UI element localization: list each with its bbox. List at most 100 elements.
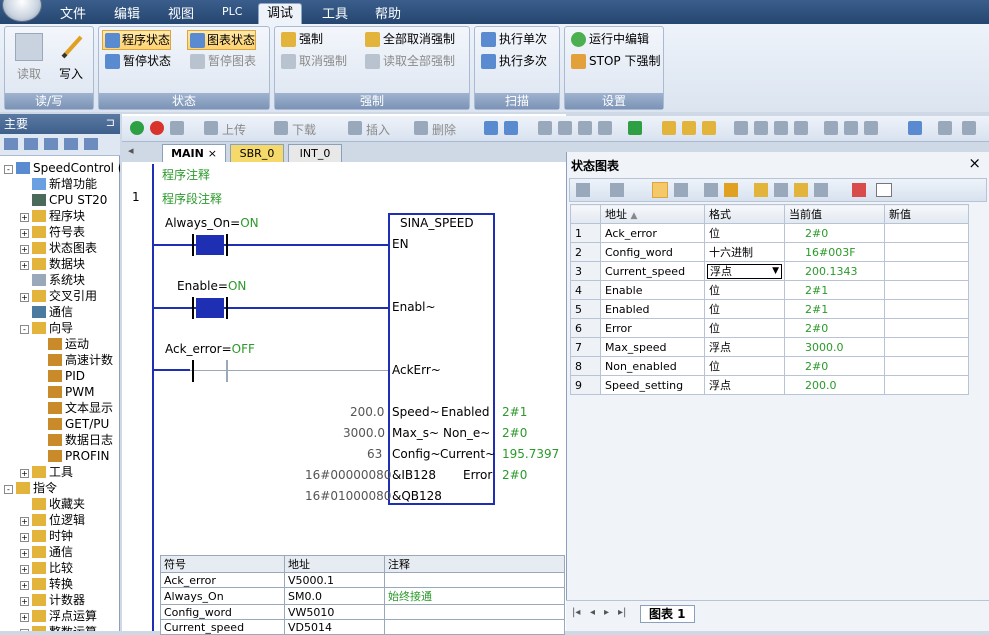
current-value-cell[interactable]: 2#0: [784, 356, 885, 376]
delete-button[interactable]: 删除: [432, 121, 456, 138]
menu-help[interactable]: 帮助: [375, 3, 401, 22]
view-icon[interactable]: [4, 138, 18, 150]
toolbar-icon[interactable]: [628, 121, 642, 135]
format-cell[interactable]: 位: [704, 280, 785, 300]
table-row[interactable]: 6 Error 位 2#0: [570, 318, 969, 338]
tree-item[interactable]: PROFIN: [36, 448, 109, 464]
table-row[interactable]: 5 Enabled 位 2#1: [570, 299, 969, 319]
table-row[interactable]: 4 Enable 位 2#1: [570, 280, 969, 300]
toolbar-icon[interactable]: [538, 121, 552, 135]
format-cell[interactable]: 浮点: [704, 337, 785, 357]
collapse-icon[interactable]: -: [4, 165, 13, 174]
column-header[interactable]: 当前值: [784, 204, 885, 224]
expand-icon[interactable]: +: [20, 517, 29, 526]
tab-int[interactable]: INT_0: [288, 144, 342, 162]
toolbar-icon[interactable]: [962, 121, 976, 135]
stop-icon[interactable]: [150, 121, 164, 135]
format-cell[interactable]: 位: [704, 318, 785, 338]
contact-icon[interactable]: [734, 121, 748, 135]
tree-item[interactable]: + 通信: [20, 544, 73, 560]
current-value-cell[interactable]: 3000.0: [784, 337, 885, 357]
tree-item[interactable]: PWM: [36, 384, 94, 400]
contact-always-on[interactable]: [190, 234, 230, 256]
new-value-cell[interactable]: [884, 223, 969, 243]
format-cell[interactable]: 位: [704, 299, 785, 319]
pause-chart-icon[interactable]: [674, 183, 688, 197]
tree-item[interactable]: 运动: [36, 336, 89, 352]
expand-icon[interactable]: +: [20, 229, 29, 238]
read-forced-icon[interactable]: [814, 183, 828, 197]
expand-icon[interactable]: +: [20, 469, 29, 478]
column-header[interactable]: 新值: [884, 204, 969, 224]
current-value-cell[interactable]: 2#1: [784, 299, 885, 319]
trend-icon[interactable]: [852, 183, 866, 197]
tree-item[interactable]: + 计数器: [20, 592, 85, 608]
tree-item[interactable]: + 符号表: [20, 224, 85, 240]
pause-status-button[interactable]: 暂停状态: [103, 52, 171, 72]
contact-icon[interactable]: [774, 121, 788, 135]
menu-plc[interactable]: PLC: [222, 5, 242, 18]
upload-button[interactable]: 上传: [222, 121, 246, 138]
table-row[interactable]: 2 Config_word 十六进制 16#003F: [570, 242, 969, 262]
lock-icon[interactable]: [662, 121, 676, 135]
coil-icon[interactable]: [824, 121, 838, 135]
expand-icon[interactable]: +: [20, 581, 29, 590]
tree-item[interactable]: + 数据块: [20, 256, 85, 272]
read-icon[interactable]: [704, 183, 718, 197]
address-cell[interactable]: Enabled: [600, 299, 705, 319]
current-value-cell[interactable]: 2#1: [784, 280, 885, 300]
new-value-cell[interactable]: [884, 375, 969, 395]
contact-enable[interactable]: [190, 297, 230, 319]
view-icon[interactable]: [84, 138, 98, 150]
run-icon[interactable]: [130, 121, 144, 135]
expand-icon[interactable]: +: [20, 613, 29, 622]
address-cell[interactable]: Config_word: [600, 242, 705, 262]
tab-main[interactable]: MAIN ×: [162, 144, 226, 162]
collapse-icon[interactable]: -: [4, 485, 13, 494]
tree-item[interactable]: + 转换: [20, 576, 73, 592]
chevron-down-icon[interactable]: ▼: [772, 265, 779, 278]
function-block[interactable]: SINA_SPEED: [388, 213, 495, 505]
coil-icon[interactable]: [844, 121, 858, 135]
new-value-cell[interactable]: [884, 299, 969, 319]
tree-item[interactable]: + 浮点运算: [20, 608, 97, 624]
expand-icon[interactable]: +: [20, 245, 29, 254]
new-value-cell[interactable]: [884, 337, 969, 357]
line-icon[interactable]: [794, 121, 808, 135]
current-value-cell[interactable]: 200.1343: [784, 261, 885, 281]
format-cell[interactable]: 位: [704, 356, 785, 376]
toolbar-icon[interactable]: [598, 121, 612, 135]
program-status-icon[interactable]: [484, 121, 498, 135]
toolbar-icon[interactable]: [558, 121, 572, 135]
column-header[interactable]: 注释: [384, 555, 565, 573]
menu-file[interactable]: 文件: [60, 3, 86, 22]
address-cell[interactable]: Ack_error: [600, 223, 705, 243]
tree-item[interactable]: 新增功能: [20, 176, 97, 192]
download-button[interactable]: 下载: [292, 121, 316, 138]
unforce-button[interactable]: 取消强制: [279, 52, 347, 72]
box-icon[interactable]: [864, 121, 878, 135]
force-button[interactable]: 强制: [279, 30, 323, 50]
new-value-cell[interactable]: [884, 280, 969, 300]
expand-icon[interactable]: +: [20, 597, 29, 606]
tree-item[interactable]: + 位逻辑: [20, 512, 85, 528]
stop-force-button[interactable]: STOP 下强制: [569, 52, 660, 72]
pencil-icon[interactable]: [724, 183, 738, 197]
tree-item[interactable]: GET/PU: [36, 416, 109, 432]
table-row[interactable]: 1 Ack_error 位 2#0: [570, 223, 969, 243]
unlock-all-icon[interactable]: [794, 183, 808, 197]
table-row[interactable]: Ack_error V5000.1: [160, 572, 565, 588]
tree-item[interactable]: + 比较: [20, 560, 73, 576]
program-comment[interactable]: 程序注释: [162, 166, 210, 183]
close-icon[interactable]: ×: [968, 154, 981, 172]
toolbar-icon[interactable]: [578, 121, 592, 135]
tree-item[interactable]: 高速计数: [36, 352, 113, 368]
column-header[interactable]: 格式: [704, 204, 785, 224]
table-row[interactable]: Always_On SM0.0 始终接通: [160, 587, 565, 605]
unlock-icon[interactable]: [774, 183, 788, 197]
address-cell[interactable]: Non_enabled: [600, 356, 705, 376]
lock-icon[interactable]: [702, 121, 716, 135]
view-icon[interactable]: [64, 138, 78, 150]
table-row[interactable]: 3 Current_speed 浮点 ▼ 200.1343: [570, 261, 969, 281]
tree-item[interactable]: 通信: [20, 304, 73, 320]
